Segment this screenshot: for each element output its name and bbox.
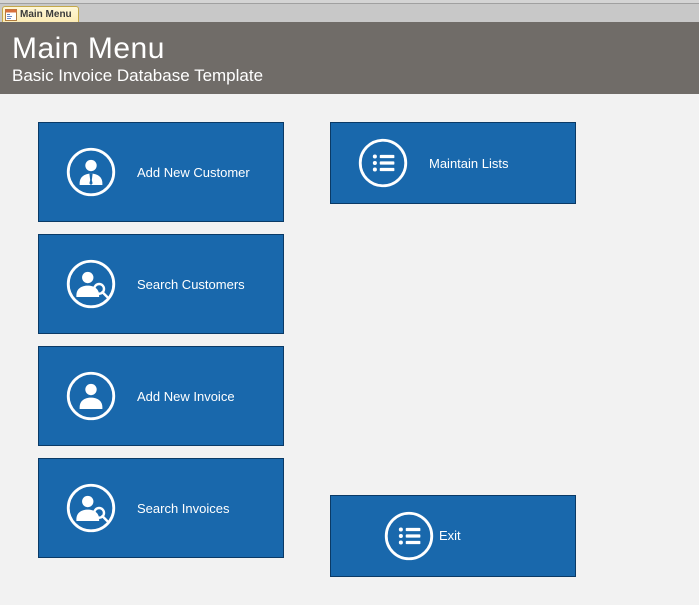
list-icon (357, 137, 409, 189)
form-icon (5, 9, 17, 21)
tile-label: Maintain Lists (429, 156, 508, 171)
tile-search-customers[interactable]: Search Customers (38, 234, 284, 334)
tab-label: Main Menu (20, 9, 72, 20)
tile-label: Add New Invoice (137, 389, 235, 404)
tile-search-invoices[interactable]: Search Invoices (38, 458, 284, 558)
content-area: Add New Customer Search Customers (0, 94, 699, 605)
person-tie-icon (65, 146, 117, 198)
page-subtitle: Basic Invoice Database Template (12, 66, 687, 86)
person-icon (65, 370, 117, 422)
spacer (330, 216, 576, 482)
tile-add-new-customer[interactable]: Add New Customer (38, 122, 284, 222)
tile-label: Exit (439, 528, 461, 543)
list-icon (383, 510, 435, 562)
page-header: Main Menu Basic Invoice Database Templat… (0, 22, 699, 94)
tab-strip: Main Menu (0, 4, 699, 22)
tile-exit[interactable]: Exit (330, 495, 576, 577)
tile-label: Search Invoices (137, 501, 230, 516)
column-left: Add New Customer Search Customers (38, 122, 284, 577)
person-search-icon (65, 482, 117, 534)
page-title: Main Menu (12, 32, 687, 66)
tile-label: Add New Customer (137, 165, 250, 180)
tile-add-new-invoice[interactable]: Add New Invoice (38, 346, 284, 446)
tile-label: Search Customers (137, 277, 245, 292)
tile-maintain-lists[interactable]: Maintain Lists (330, 122, 576, 204)
column-right: Maintain Lists Exit (330, 122, 576, 577)
person-search-icon (65, 258, 117, 310)
tab-main-menu[interactable]: Main Menu (2, 6, 79, 22)
